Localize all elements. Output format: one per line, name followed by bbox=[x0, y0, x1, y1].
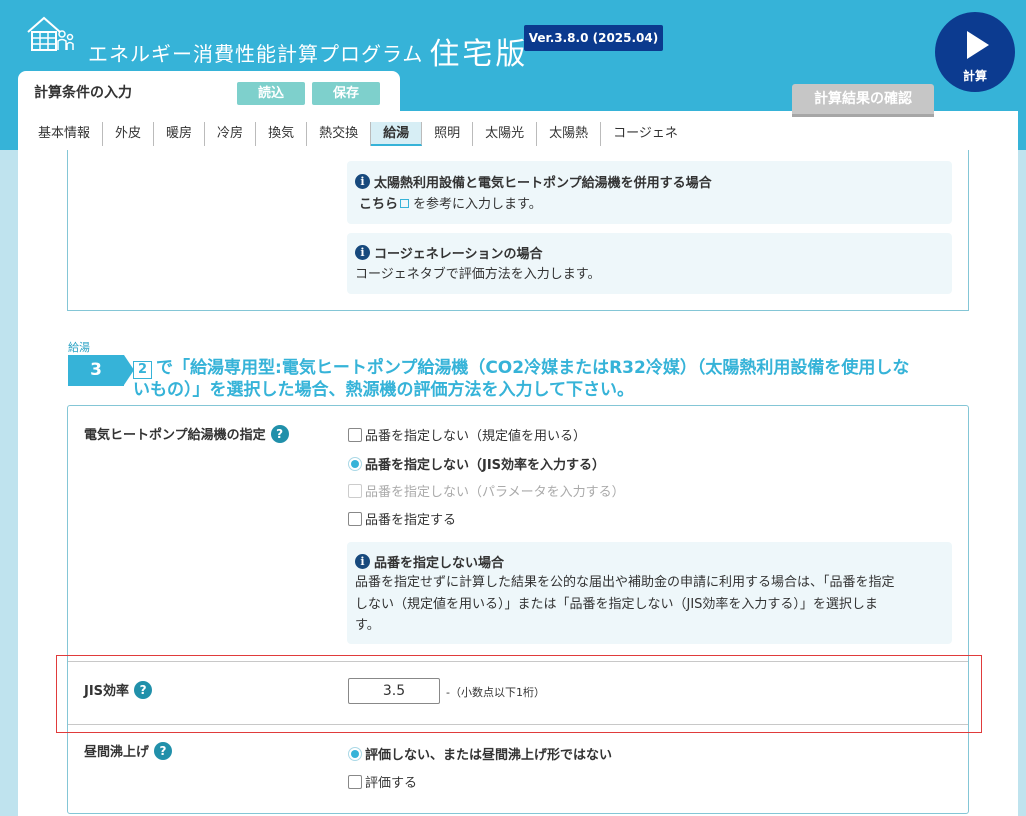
info-no-model-title: 品番を指定しない場合 bbox=[374, 556, 505, 571]
hp-option-jis-label: 品番を指定しない（JIS効率を入力する） bbox=[365, 458, 606, 473]
daytime-option-evaluate-label: 評価する bbox=[365, 776, 418, 791]
info-cogeneration: i コージェネレーションの場合 コージェネタブで評価方法を入力します。 bbox=[347, 233, 952, 294]
tab-basic[interactable]: 基本情報 bbox=[26, 122, 104, 146]
input-tab[interactable]: 計算条件の入力 読込 保存 bbox=[18, 71, 400, 121]
tab-heating[interactable]: 暖房 bbox=[154, 122, 206, 146]
hp-option-model-label: 品番を指定する bbox=[365, 513, 457, 528]
hp-option-default-label: 品番を指定しない（規定値を用いる） bbox=[365, 429, 587, 444]
tab-cogeneration[interactable]: コージェネ bbox=[601, 122, 690, 146]
hp-option-default[interactable]: 品番を指定しない（規定値を用いる） bbox=[348, 425, 586, 444]
daytime-label-text: 昼間沸上げ bbox=[84, 745, 150, 760]
daytime-option-none-label: 評価しない、または昼間沸上げ形ではない bbox=[365, 748, 613, 763]
checkbox-icon bbox=[348, 774, 362, 789]
app-title-prefix: エネルギー消費性能計算プログラム bbox=[88, 42, 424, 66]
category-tabs: 基本情報 外皮 暖房 冷房 換気 熱交換 給湯 照明 太陽光 太陽熱 コージェネ bbox=[26, 118, 690, 150]
calculate-button[interactable]: 計算 bbox=[935, 12, 1015, 92]
radio-selected-icon bbox=[348, 746, 362, 761]
hp-option-params: 品番を指定しない（パラメータを入力する） bbox=[348, 481, 625, 500]
help-icon[interactable]: ? bbox=[154, 741, 173, 760]
checkbox-icon bbox=[348, 427, 362, 442]
hp-option-model[interactable]: 品番を指定する bbox=[348, 509, 456, 528]
tab-cooling[interactable]: 冷房 bbox=[205, 122, 257, 146]
tab-hot-water[interactable]: 給湯 bbox=[371, 122, 423, 146]
tab-heat-exchange[interactable]: 熱交換 bbox=[307, 122, 372, 146]
daytime-option-none[interactable]: 評価しない、または昼間沸上げ形ではない bbox=[348, 744, 612, 763]
daytime-label: 昼間沸上げ ? bbox=[84, 741, 173, 760]
info-no-model-line2: しない（規定値を用いる）」または「品番を指定しない（JIS効率を入力する）」を選… bbox=[355, 596, 878, 612]
info-cogeneration-title: コージェネレーションの場合 bbox=[374, 247, 543, 262]
play-icon bbox=[967, 31, 989, 59]
input-tab-title: 計算条件の入力 bbox=[34, 85, 132, 101]
hp-spec-label: 電気ヒートポンプ給湯機の指定 ? bbox=[84, 424, 289, 443]
step-reference: 2 bbox=[133, 361, 153, 379]
hp-option-jis[interactable]: 品番を指定しない（JIS効率を入力する） bbox=[348, 454, 605, 473]
radio-selected-icon bbox=[348, 456, 362, 471]
info-icon: i bbox=[355, 554, 370, 569]
highlight-frame bbox=[56, 655, 982, 733]
calculate-label: 計算 bbox=[962, 69, 987, 83]
info-solar-hp-text: を参考に入力します。 bbox=[413, 197, 542, 212]
info-no-model-line3: す。 bbox=[355, 618, 380, 633]
tab-lighting[interactable]: 照明 bbox=[422, 122, 474, 146]
section-number: 3 bbox=[68, 355, 134, 386]
section-title: 2 で「給湯専用型:電気ヒートポンプ給湯機（CO2冷媒またはR32冷媒）（太陽熱利… bbox=[133, 357, 963, 401]
checkbox-icon bbox=[348, 483, 362, 498]
section-title-line2: いもの）」を選択した場合、熱源機の評価方法を入力して下さい。 bbox=[133, 380, 634, 400]
tab-solar-thermal[interactable]: 太陽熱 bbox=[537, 122, 602, 146]
checkbox-icon bbox=[348, 511, 362, 526]
info-no-model-line1: 品番を指定せずに計算した結果を公的な届出や補助金の申請に利用する場合は、「品番を… bbox=[355, 575, 895, 590]
info-solar-hp-title: 太陽熱利用設備と電気ヒートポンプ給湯機を併用する場合 bbox=[374, 176, 712, 191]
app-title-main: 住宅版 bbox=[429, 37, 529, 72]
reference-link-text: こちら bbox=[359, 197, 399, 212]
help-icon[interactable]: ? bbox=[270, 424, 289, 443]
section-title-line1: で「給湯専用型:電気ヒートポンプ給湯機（CO2冷媒またはR32冷媒）（太陽熱利用… bbox=[156, 358, 910, 378]
info-cogeneration-text: コージェネタブで評価方法を入力します。 bbox=[355, 267, 601, 282]
reference-link[interactable]: こちら bbox=[355, 194, 413, 216]
info-no-model: i 品番を指定しない場合 品番を指定せずに計算した結果を公的な届出や補助金の申請… bbox=[347, 542, 952, 644]
info-icon: i bbox=[355, 174, 370, 189]
version-badge: Ver.3.8.0 (2025.04) bbox=[524, 25, 663, 51]
house-logo-icon bbox=[27, 16, 74, 51]
hp-option-params-label: 品番を指定しない（パラメータを入力する） bbox=[365, 485, 625, 500]
hp-spec-label-text: 電気ヒートポンプ給湯機の指定 bbox=[84, 428, 266, 443]
section-category: 給湯 bbox=[68, 341, 90, 354]
info-no-model-text: 品番を指定せずに計算した結果を公的な届出や補助金の申請に利用する場合は、「品番を… bbox=[355, 572, 942, 637]
external-link-icon bbox=[400, 199, 410, 208]
app-title: エネルギー消費性能計算プログラム 住宅版 bbox=[88, 26, 529, 72]
result-tab-button[interactable]: 計算結果の確認 bbox=[792, 84, 934, 117]
tab-solar-pv[interactable]: 太陽光 bbox=[473, 122, 538, 146]
daytime-option-evaluate[interactable]: 評価する bbox=[348, 772, 417, 791]
save-button[interactable]: 保存 bbox=[312, 82, 380, 105]
info-icon: i bbox=[355, 245, 370, 260]
info-solar-hp: i 太陽熱利用設備と電気ヒートポンプ給湯機を併用する場合 こちら を参考に入力しま… bbox=[347, 161, 952, 224]
load-button[interactable]: 読込 bbox=[237, 82, 305, 105]
tab-ventilation[interactable]: 換気 bbox=[256, 122, 308, 146]
tab-envelope[interactable]: 外皮 bbox=[103, 122, 155, 146]
